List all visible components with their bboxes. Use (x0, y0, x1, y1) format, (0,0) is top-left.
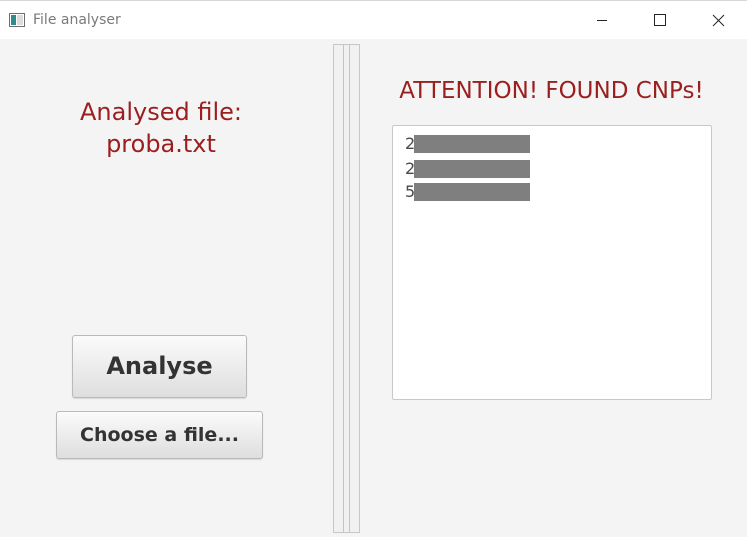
left-pane: Analysed file: proba.txt Analyse Choose … (0, 39, 333, 537)
divider-line (349, 45, 350, 532)
divider-line (343, 45, 344, 532)
right-pane: ATTENTION! FOUND CNPs! 2 2 5 (360, 39, 747, 537)
cnp-warning-title: ATTENTION! FOUND CNPs! (399, 78, 704, 104)
redaction-block (414, 135, 530, 153)
analysed-file-name: proba.txt (106, 130, 216, 158)
close-icon (712, 14, 725, 27)
maximize-button[interactable] (631, 1, 689, 39)
close-button[interactable] (689, 1, 747, 39)
redaction-block (414, 160, 530, 178)
minimize-icon (597, 20, 607, 21)
window-title: File analyser (33, 12, 121, 28)
minimize-button[interactable] (573, 1, 631, 39)
app-window: File analyser Analysed file: proba.txt A… (0, 0, 747, 537)
analyse-button[interactable]: Analyse (72, 335, 247, 398)
cnp-list[interactable]: 2 2 5 (392, 125, 712, 400)
analysed-file-label: Analysed file: (80, 98, 242, 126)
title-bar[interactable]: File analyser (0, 0, 747, 39)
app-icon (9, 12, 25, 27)
maximize-icon (654, 14, 666, 26)
redaction-block (414, 183, 530, 201)
choose-file-button[interactable]: Choose a file... (56, 411, 263, 459)
split-pane-divider[interactable] (333, 44, 360, 533)
